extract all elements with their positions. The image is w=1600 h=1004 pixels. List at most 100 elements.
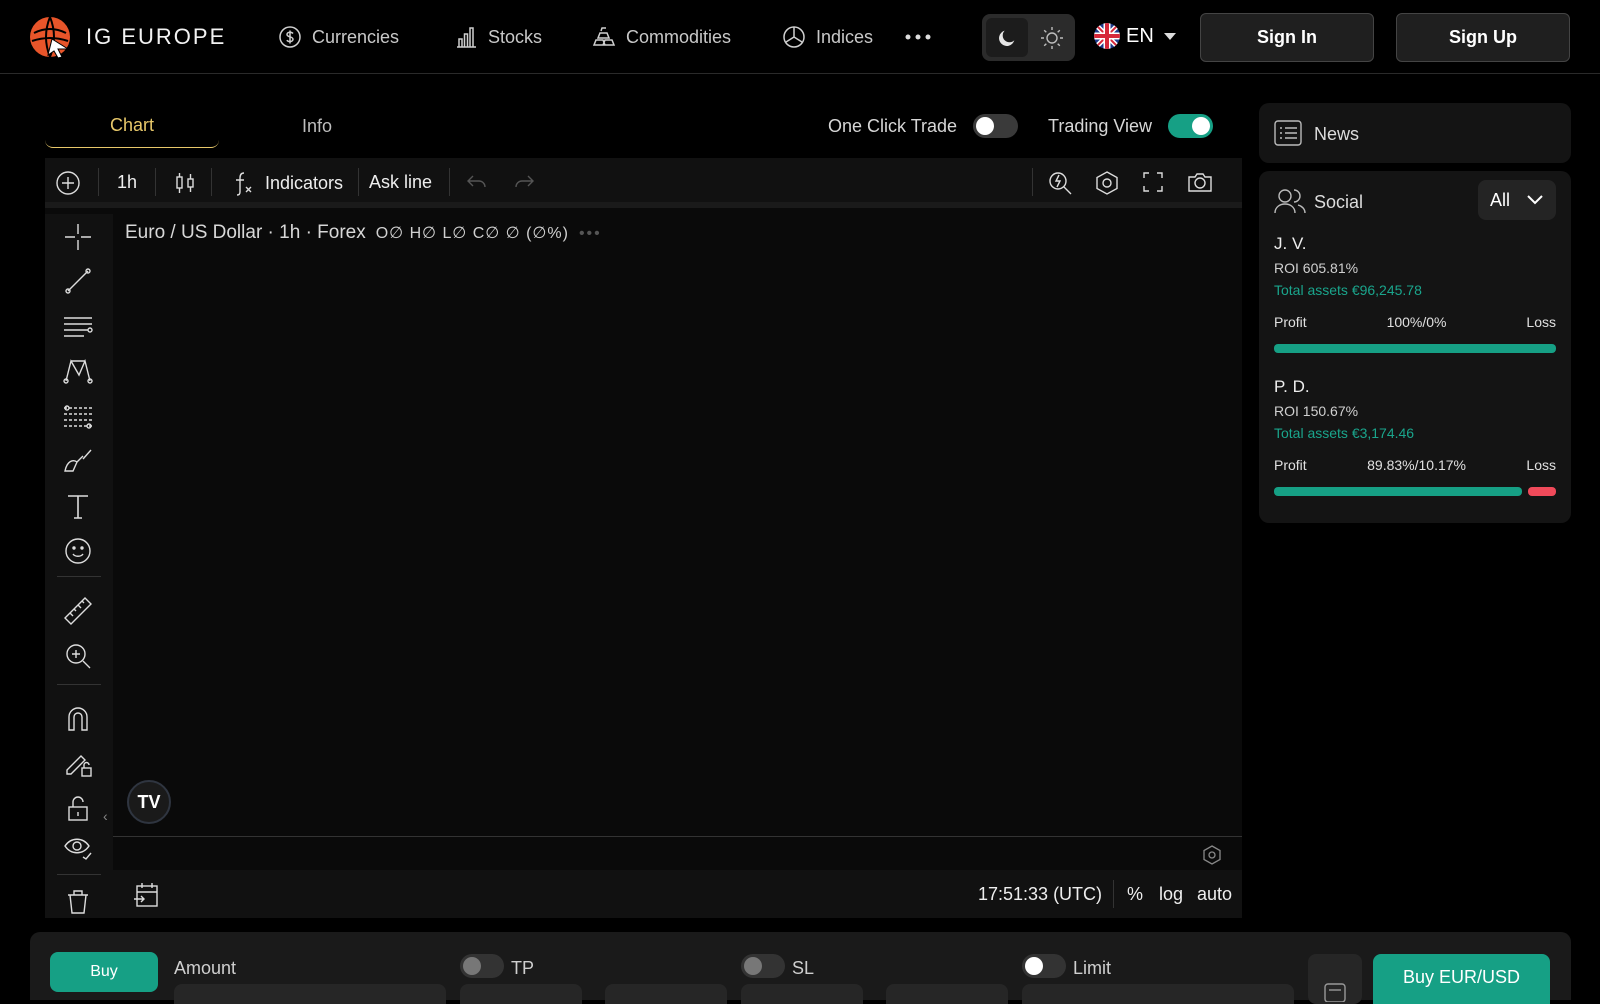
- redo-icon[interactable]: [512, 170, 536, 194]
- nav-indices[interactable]: Indices: [782, 25, 873, 49]
- log-scale-button[interactable]: log: [1159, 884, 1183, 905]
- profit-loss-row: Profit 100%/0% Loss: [1274, 314, 1556, 330]
- brand-logo[interactable]: IG EUROPE: [28, 15, 226, 59]
- trend-line-icon[interactable]: [61, 264, 95, 298]
- buy-side-button[interactable]: Buy: [50, 952, 158, 992]
- nav-label: Currencies: [312, 26, 400, 47]
- loss-label: Loss: [1526, 457, 1556, 473]
- magnet-icon[interactable]: [61, 701, 95, 735]
- trader-name: P. D.: [1274, 377, 1310, 396]
- limit-input[interactable]: [1022, 984, 1294, 1004]
- tp-toggle[interactable]: [460, 954, 504, 978]
- one-click-trade-toggle[interactable]: [973, 114, 1018, 138]
- profit-loss-ratio: 89.83%/10.17%: [1367, 457, 1466, 473]
- news-title: News: [1314, 124, 1360, 144]
- ruler-icon[interactable]: [61, 594, 95, 628]
- social-panel: Social All J. V. ROI 605.81% Total asset…: [1259, 171, 1571, 523]
- percent-scale-button[interactable]: %: [1127, 884, 1143, 905]
- ask-line-button[interactable]: Ask line: [369, 172, 432, 193]
- auto-scale-button[interactable]: auto: [1197, 884, 1232, 905]
- go-to-date-icon[interactable]: [133, 882, 159, 908]
- sl-label: SL: [792, 958, 815, 978]
- light-mode-button[interactable]: [1033, 18, 1071, 57]
- trader-assets: Total assets €3,174.46: [1274, 425, 1415, 441]
- gold-bars-icon: [592, 27, 616, 46]
- emoji-icon[interactable]: [61, 534, 95, 568]
- fullscreen-icon[interactable]: [1141, 170, 1165, 194]
- legend-more-icon[interactable]: •••: [579, 225, 602, 243]
- tab-info[interactable]: Info: [230, 104, 404, 148]
- news-panel[interactable]: News: [1259, 103, 1571, 163]
- axis-settings-icon[interactable]: [1202, 845, 1222, 865]
- brand-name: IG EUROPE: [86, 24, 227, 49]
- order-ticket: Buy Amount TP SL Limit Buy EUR/USD: [30, 932, 1571, 1004]
- chart-bottom-bar: 17:51:33 (UTC) % log auto: [113, 870, 1242, 918]
- one-click-trade-label: One Click Trade: [828, 116, 958, 136]
- amount-input[interactable]: [174, 984, 446, 1004]
- nav-currencies[interactable]: Currencies: [278, 25, 399, 49]
- profit-loss-ratio: 100%/0%: [1386, 314, 1447, 330]
- symbol-title: Euro / US Dollar · 1h · Forex: [125, 222, 366, 243]
- chevron-down-icon: [1527, 195, 1543, 205]
- tradingview-logo[interactable]: TV: [127, 780, 171, 824]
- fib-retracement-icon[interactable]: [61, 400, 95, 434]
- nav-label: Indices: [816, 26, 874, 47]
- utc-clock[interactable]: 17:51:33 (UTC): [978, 884, 1102, 905]
- brush-icon[interactable]: [61, 444, 95, 478]
- top-nav: IG EUROPE Currencies Stocks Commodities …: [0, 0, 1600, 74]
- quick-search-icon[interactable]: [1047, 170, 1073, 196]
- ig-globe-logo-icon: [30, 16, 70, 59]
- social-filter-dropdown[interactable]: All: [1478, 180, 1556, 220]
- eye-icon[interactable]: [61, 831, 95, 865]
- moon-icon: [999, 30, 1015, 46]
- unlock-icon[interactable]: [61, 791, 95, 825]
- lock-drawing-icon[interactable]: [61, 746, 95, 780]
- camera-icon[interactable]: [1187, 170, 1213, 194]
- trader-card[interactable]: P. D. ROI 150.67% Total assets €3,174.46…: [1274, 377, 1556, 496]
- indicators-button[interactable]: Indicators: [231, 170, 343, 196]
- horizontal-lines-icon[interactable]: [61, 309, 95, 343]
- tp-price-input[interactable]: [460, 984, 582, 1004]
- indicators-label: Indicators: [265, 172, 344, 193]
- tab-chart[interactable]: Chart: [45, 104, 219, 148]
- caret-down-icon: [1163, 33, 1176, 40]
- zoom-in-icon[interactable]: [61, 639, 95, 673]
- add-symbol-icon[interactable]: [55, 170, 81, 196]
- collapse-toolbar-icon[interactable]: ‹: [103, 808, 108, 824]
- buy-eurusd-button[interactable]: Buy EUR/USD: [1373, 954, 1550, 1004]
- trader-name: J. V.: [1274, 234, 1307, 253]
- sl-price-input[interactable]: [741, 984, 863, 1004]
- theme-toggle[interactable]: [982, 14, 1075, 61]
- calculator-button[interactable]: [1308, 954, 1362, 1004]
- sl-toggle[interactable]: [741, 954, 785, 978]
- chart-canvas[interactable]: Euro / US Dollar · 1h · Forex O∅ H∅ L∅ C…: [113, 214, 1242, 836]
- language-selector[interactable]: EN: [1094, 23, 1180, 49]
- pattern-icon[interactable]: [61, 354, 95, 388]
- crosshair-icon[interactable]: [61, 220, 95, 254]
- tp-amount-input[interactable]: [605, 984, 727, 1004]
- interval-button[interactable]: 1h: [117, 172, 137, 193]
- sign-up-button[interactable]: Sign Up: [1396, 13, 1570, 62]
- trading-view-toggle[interactable]: [1168, 114, 1213, 138]
- text-tool-icon[interactable]: [61, 489, 95, 523]
- trader-roi: ROI 605.81%: [1274, 260, 1359, 276]
- sl-amount-input[interactable]: [886, 984, 1008, 1004]
- social-filter-value: All: [1490, 189, 1511, 210]
- sun-icon: [1041, 26, 1063, 49]
- trader-card[interactable]: J. V. ROI 605.81% Total assets €96,245.7…: [1274, 234, 1556, 353]
- trader-assets: Total assets €96,245.78: [1274, 282, 1422, 298]
- candles-icon[interactable]: [173, 170, 197, 196]
- profit-label: Profit: [1274, 314, 1307, 330]
- sign-in-button[interactable]: Sign In: [1200, 13, 1374, 62]
- limit-toggle[interactable]: [1022, 954, 1066, 978]
- dark-mode-button[interactable]: [986, 18, 1028, 57]
- time-axis[interactable]: [113, 836, 1242, 870]
- nav-label: Stocks: [488, 26, 543, 47]
- limit-label: Limit: [1073, 958, 1112, 978]
- nav-stocks[interactable]: Stocks: [454, 25, 542, 49]
- trash-icon[interactable]: [61, 884, 95, 918]
- undo-icon[interactable]: [465, 170, 489, 194]
- settings-icon[interactable]: [1094, 170, 1120, 196]
- nav-commodities[interactable]: Commodities: [592, 25, 731, 49]
- more-dots-icon[interactable]: [905, 25, 931, 49]
